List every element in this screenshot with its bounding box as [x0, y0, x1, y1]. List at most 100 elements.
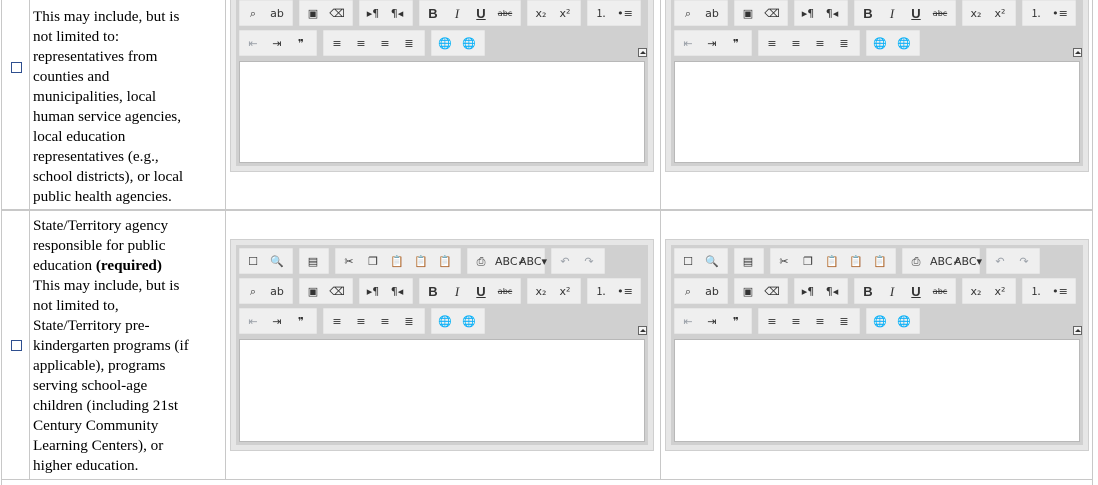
- replace-icon[interactable]: ab: [702, 4, 722, 24]
- underline-icon[interactable]: U: [906, 282, 926, 302]
- align-right-icon[interactable]: ≡: [375, 34, 395, 54]
- numbered-list-icon[interactable]: ⒈: [591, 282, 611, 302]
- bulleted-list-icon[interactable]: •≡: [615, 282, 635, 302]
- justify-icon[interactable]: ≣: [399, 312, 419, 332]
- find-icon[interactable]: ⌕: [678, 282, 698, 302]
- paste-icon[interactable]: 📋: [822, 252, 842, 272]
- remove-format-icon[interactable]: ⌫: [327, 282, 347, 302]
- italic-icon[interactable]: I: [447, 282, 467, 302]
- spellcheck-icon[interactable]: ABC✓: [495, 252, 527, 272]
- copy-icon[interactable]: ❐: [363, 252, 383, 272]
- align-right-icon[interactable]: ≡: [375, 312, 395, 332]
- editor-text-area[interactable]: [239, 339, 645, 442]
- outdent-icon[interactable]: ⇤: [678, 34, 698, 54]
- justify-icon[interactable]: ≣: [834, 312, 854, 332]
- bulleted-list-icon[interactable]: •≡: [615, 4, 635, 24]
- remove-format-icon[interactable]: ⌫: [762, 282, 782, 302]
- templates-icon[interactable]: ▤: [738, 252, 758, 272]
- align-right-icon[interactable]: ≡: [810, 312, 830, 332]
- outdent-icon[interactable]: ⇤: [243, 312, 263, 332]
- editor-text-area[interactable]: [239, 61, 645, 163]
- replace-icon[interactable]: ab: [267, 4, 287, 24]
- find-icon[interactable]: ⌕: [678, 4, 698, 24]
- new-page-icon[interactable]: ☐: [243, 252, 263, 272]
- redo-icon[interactable]: ↷: [579, 252, 599, 272]
- subscript-icon[interactable]: x₂: [966, 4, 986, 24]
- italic-icon[interactable]: I: [882, 4, 902, 24]
- link-icon[interactable]: 🌐: [870, 312, 890, 332]
- strike-icon[interactable]: abc: [495, 4, 515, 24]
- row-checkbox[interactable]: [11, 62, 22, 73]
- subscript-icon[interactable]: x₂: [966, 282, 986, 302]
- spellcheck-icon[interactable]: ABC✓: [930, 252, 962, 272]
- collapse-toolbar-button[interactable]: [1073, 48, 1082, 57]
- strike-icon[interactable]: abc: [930, 4, 950, 24]
- select-all-icon[interactable]: ▣: [738, 4, 758, 24]
- paste-text-icon[interactable]: 📋: [846, 252, 866, 272]
- collapse-toolbar-button[interactable]: [638, 48, 647, 57]
- link-icon[interactable]: 🌐: [870, 34, 890, 54]
- numbered-list-icon[interactable]: ⒈: [1026, 4, 1046, 24]
- bold-icon[interactable]: B: [858, 282, 878, 302]
- align-right-icon[interactable]: ≡: [810, 34, 830, 54]
- bulleted-list-icon[interactable]: •≡: [1050, 4, 1070, 24]
- blockquote-icon[interactable]: ❞: [291, 312, 311, 332]
- align-center-icon[interactable]: ≡: [351, 312, 371, 332]
- bulleted-list-icon[interactable]: •≡: [1050, 282, 1070, 302]
- replace-icon[interactable]: ab: [702, 282, 722, 302]
- select-all-icon[interactable]: ▣: [738, 282, 758, 302]
- rtl-icon[interactable]: ¶◂: [822, 4, 842, 24]
- link-icon[interactable]: 🌐: [435, 34, 455, 54]
- justify-icon[interactable]: ≣: [834, 34, 854, 54]
- remove-format-icon[interactable]: ⌫: [327, 4, 347, 24]
- spellcheck-dropdown-icon[interactable]: ABC▾: [519, 252, 547, 272]
- copy-icon[interactable]: ❐: [798, 252, 818, 272]
- print-icon[interactable]: ⎙: [471, 252, 491, 272]
- align-left-icon[interactable]: ≡: [327, 312, 347, 332]
- strike-icon[interactable]: abc: [495, 282, 515, 302]
- undo-icon[interactable]: ↶: [555, 252, 575, 272]
- ltr-icon[interactable]: ▸¶: [363, 4, 383, 24]
- ltr-icon[interactable]: ▸¶: [798, 4, 818, 24]
- indent-icon[interactable]: ⇥: [702, 312, 722, 332]
- unlink-icon[interactable]: 🌐: [459, 312, 479, 332]
- strike-icon[interactable]: abc: [930, 282, 950, 302]
- superscript-icon[interactable]: x²: [555, 282, 575, 302]
- bold-icon[interactable]: B: [858, 4, 878, 24]
- rtl-icon[interactable]: ¶◂: [387, 4, 407, 24]
- preview-icon[interactable]: 🔍: [702, 252, 722, 272]
- blockquote-icon[interactable]: ❞: [291, 34, 311, 54]
- redo-icon[interactable]: ↷: [1014, 252, 1034, 272]
- bold-icon[interactable]: B: [423, 4, 443, 24]
- underline-icon[interactable]: U: [906, 4, 926, 24]
- paste-word-icon[interactable]: 📋: [435, 252, 455, 272]
- align-left-icon[interactable]: ≡: [327, 34, 347, 54]
- link-icon[interactable]: 🌐: [435, 312, 455, 332]
- numbered-list-icon[interactable]: ⒈: [1026, 282, 1046, 302]
- find-icon[interactable]: ⌕: [243, 282, 263, 302]
- cut-icon[interactable]: ✂: [774, 252, 794, 272]
- italic-icon[interactable]: I: [882, 282, 902, 302]
- bold-icon[interactable]: B: [423, 282, 443, 302]
- numbered-list-icon[interactable]: ⒈: [591, 4, 611, 24]
- align-center-icon[interactable]: ≡: [786, 312, 806, 332]
- rtl-icon[interactable]: ¶◂: [822, 282, 842, 302]
- align-center-icon[interactable]: ≡: [786, 34, 806, 54]
- ltr-icon[interactable]: ▸¶: [363, 282, 383, 302]
- unlink-icon[interactable]: 🌐: [459, 34, 479, 54]
- print-icon[interactable]: ⎙: [906, 252, 926, 272]
- align-center-icon[interactable]: ≡: [351, 34, 371, 54]
- new-page-icon[interactable]: ☐: [678, 252, 698, 272]
- italic-icon[interactable]: I: [447, 4, 467, 24]
- select-all-icon[interactable]: ▣: [303, 4, 323, 24]
- editor-text-area[interactable]: [674, 61, 1080, 163]
- blockquote-icon[interactable]: ❞: [726, 34, 746, 54]
- find-icon[interactable]: ⌕: [243, 4, 263, 24]
- cut-icon[interactable]: ✂: [339, 252, 359, 272]
- align-left-icon[interactable]: ≡: [762, 312, 782, 332]
- indent-icon[interactable]: ⇥: [267, 34, 287, 54]
- blockquote-icon[interactable]: ❞: [726, 312, 746, 332]
- remove-format-icon[interactable]: ⌫: [762, 4, 782, 24]
- indent-icon[interactable]: ⇥: [702, 34, 722, 54]
- rtl-icon[interactable]: ¶◂: [387, 282, 407, 302]
